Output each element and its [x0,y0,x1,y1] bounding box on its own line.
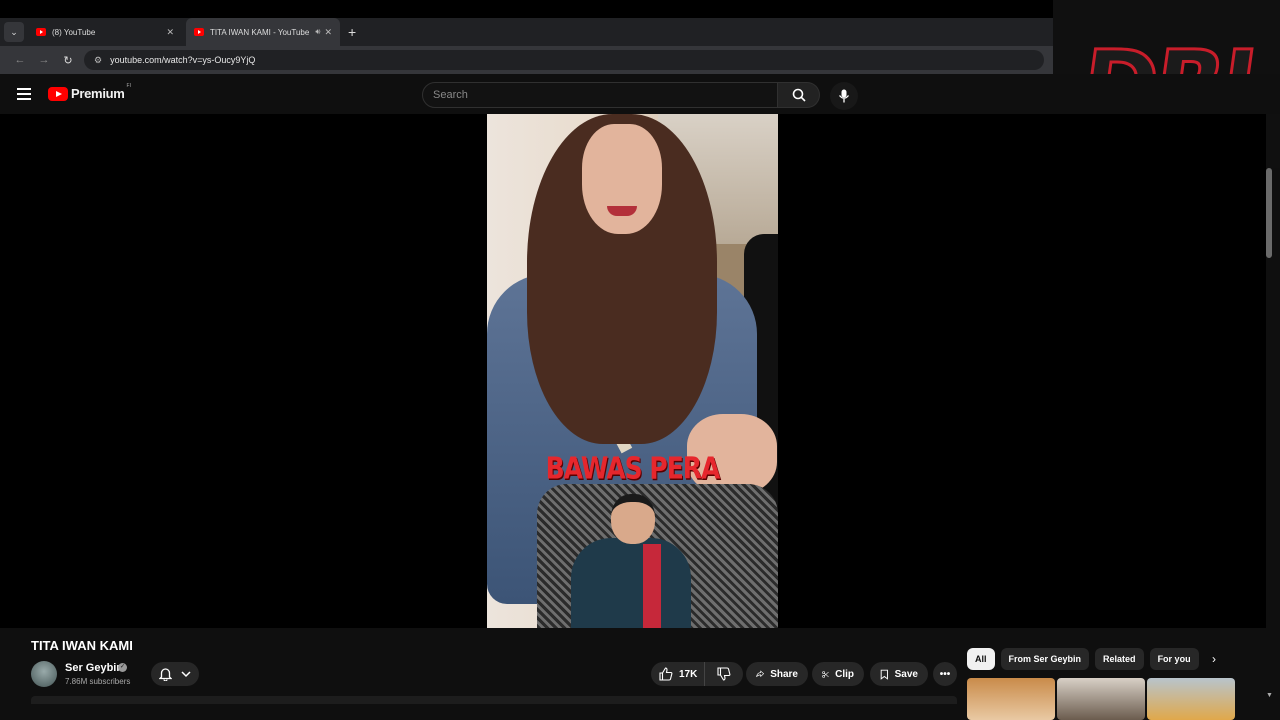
url-field[interactable]: ⚙ youtube.com/watch?v=ys-Oucy9YjQ [84,50,1044,70]
share-label: Share [770,668,798,680]
search-icon [792,88,806,102]
chevron-down-icon: ⌄ [10,26,18,37]
youtube-favicon-icon [36,28,46,36]
share-button[interactable]: Share [746,662,808,686]
tab-title: TITA IWAN KAMI - YouTube [210,27,310,37]
region-code: FI [126,82,131,89]
tab-video[interactable]: TITA IWAN KAMI - YouTube 🔊︎ ✕ [186,18,340,46]
like-count: 17K [679,668,698,680]
related-chips: All From Ser Geybin Related For you [967,648,1205,670]
reload-icon[interactable]: ↻ [56,54,80,67]
inset-body [571,538,691,628]
like-button[interactable]: 17K [651,662,705,686]
clip-button[interactable]: Clip [812,662,864,686]
recommended-thumbnail[interactable] [1147,678,1235,720]
search-box [422,82,820,108]
screen: ⌄ (8) YouTube ✕ TITA IWAN KAMI - YouTube… [0,0,1280,720]
microphone-icon [838,89,850,103]
scissors-icon [822,670,829,678]
more-horizontal-icon: ••• [939,668,951,680]
more-actions-button[interactable]: ••• [933,662,957,686]
speaker-icon[interactable]: 🔊︎ [315,27,320,37]
voice-search-button[interactable] [830,82,858,110]
url-text: youtube.com/watch?v=ys-Oucy9YjQ [110,55,256,65]
share-icon [756,670,765,678]
chip-from-channel[interactable]: From Ser Geybin [1000,648,1090,670]
youtube-logo-icon [48,86,68,101]
clip-label: Clip [835,668,854,680]
video-caption: BAWAS PERA [545,451,721,486]
video-player[interactable]: BAWAS PERA [0,114,1266,720]
dislike-button[interactable] [705,667,743,681]
chip-for-you[interactable]: For you [1149,648,1199,670]
tab-youtube-home[interactable]: (8) YouTube ✕ [28,18,182,46]
video-frame[interactable]: BAWAS PERA [487,114,778,628]
address-bar: ← → ↻ ⚙ youtube.com/watch?v=ys-Oucy9YjQ [0,46,1053,74]
back-icon[interactable]: ← [8,54,32,66]
video-info: TITA IWAN KAMI Ser Geybin ✓ 7.86M subscr… [0,628,1266,720]
youtube-favicon-icon [194,28,204,36]
channel-avatar[interactable] [31,661,57,687]
inset-head [611,494,655,544]
chip-all[interactable]: All [967,648,995,670]
new-tab-icon[interactable]: + [348,24,356,40]
verified-icon: ✓ [118,663,127,672]
search-button[interactable] [778,82,820,108]
top-strip [0,0,1053,18]
scroll-down-icon[interactable]: ▼ [1266,692,1273,699]
logo-text: Premium [71,86,125,101]
face [582,124,662,234]
save-button[interactable]: Save [870,662,928,686]
recommended-thumbnail[interactable] [967,678,1055,720]
recommended-videos [967,678,1237,720]
chip-related[interactable]: Related [1095,648,1144,670]
thumbs-up-icon [659,667,673,681]
tab-search-button[interactable]: ⌄ [4,22,24,42]
site-info-icon[interactable]: ⚙ [94,55,102,66]
close-tab-icon[interactable]: ✕ [166,27,174,38]
youtube-header: Premium FI [0,74,1280,114]
subscriber-count: 7.86M subscribers [65,677,131,686]
reaction-inset [571,494,691,628]
recommended-thumbnail[interactable] [1057,678,1145,720]
inset-stripe [643,544,661,628]
tab-bar: ⌄ (8) YouTube ✕ TITA IWAN KAMI - YouTube… [0,18,1053,46]
search-input[interactable] [422,82,778,108]
video-title: TITA IWAN KAMI [31,638,133,653]
close-tab-icon[interactable]: ✕ [324,27,332,38]
forward-icon[interactable]: → [32,54,56,66]
scrollbar[interactable] [1266,168,1272,258]
thumbs-down-icon [717,667,731,681]
tab-title: (8) YouTube [52,27,96,37]
hamburger-menu-icon[interactable] [17,88,31,100]
chevron-right-icon[interactable]: › [1212,652,1216,666]
notification-button[interactable] [151,662,199,686]
like-dislike-group: 17K [651,662,743,686]
bell-icon [159,668,173,681]
save-label: Save [894,668,918,680]
chevron-down-icon [181,671,191,678]
channel-name[interactable]: Ser Geybin [65,662,123,674]
bookmark-icon [880,669,888,680]
description-box[interactable] [31,696,957,704]
youtube-premium-logo[interactable]: Premium FI [48,82,131,101]
